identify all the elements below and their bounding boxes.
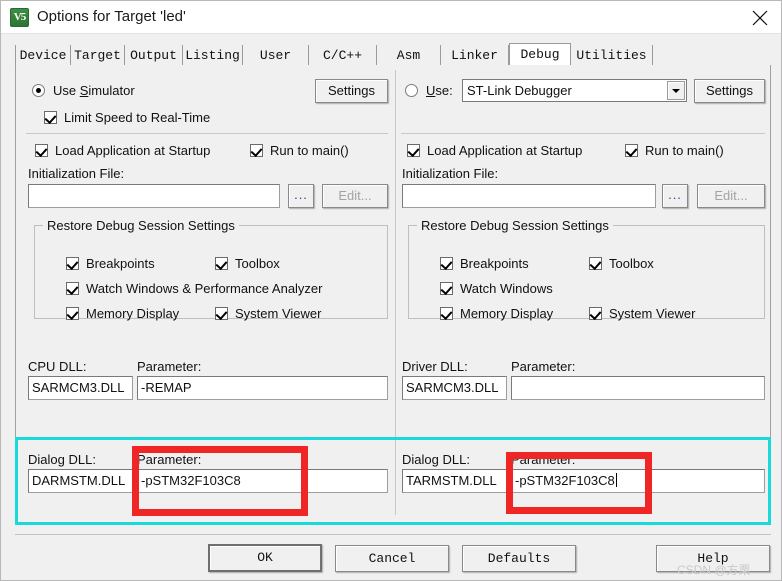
debug-tab-panel: Use Simulator Settings Limit Speed to Re… — [15, 65, 771, 525]
debugger-settings-button[interactable]: Settings — [694, 79, 765, 103]
close-icon[interactable] — [737, 1, 781, 33]
limit-speed-label: Limit Speed to Real-Time — [64, 110, 211, 125]
right-watch-windows-checkbox[interactable] — [440, 282, 453, 295]
right-breakpoints-label: Breakpoints — [460, 256, 529, 271]
tab-linker[interactable]: Linker — [441, 45, 509, 66]
left-breakpoints-checkbox[interactable] — [66, 257, 79, 270]
tab-strip: Device Target Output Listing User C/C++ … — [15, 43, 771, 67]
tab-device[interactable]: Device — [15, 45, 71, 66]
left-run-to-main-label: Run to main() — [270, 143, 349, 158]
tab-debug[interactable]: Debug — [509, 43, 571, 67]
right-edit-button[interactable]: Edit... — [697, 184, 765, 208]
left-toolbox-checkbox[interactable] — [215, 257, 228, 270]
driver-parameter-label: Parameter: — [511, 359, 576, 374]
right-initialization-file-input[interactable] — [402, 184, 656, 208]
right-restore-session-group: Restore Debug Session Settings — [408, 218, 765, 319]
left-section-divider — [26, 133, 388, 134]
right-initialization-file-label: Initialization File: — [402, 166, 499, 181]
keil-uvision-icon: V5 — [10, 8, 29, 27]
footer-separator — [15, 534, 771, 535]
window-title: Options for Target 'led' — [37, 8, 186, 25]
use-simulator-label: Use Simulator — [53, 83, 135, 98]
ok-button[interactable]: OK — [208, 544, 322, 572]
left-memory-display-checkbox[interactable] — [66, 307, 79, 320]
right-dialog-dll-input[interactable]: TARMSTM.DLL — [402, 469, 507, 493]
tab-asm[interactable]: Asm — [377, 45, 441, 66]
right-browse-button-label: ... — [668, 187, 682, 202]
options-for-target-dialog: V5 Options for Target 'led' Device Targe… — [0, 0, 782, 581]
right-toolbox-checkbox[interactable] — [589, 257, 602, 270]
right-browse-button[interactable]: ... — [662, 184, 688, 208]
right-toolbox-label: Toolbox — [609, 256, 654, 271]
left-toolbox-label: Toolbox — [235, 256, 280, 271]
left-memory-display-label: Memory Display — [86, 306, 180, 321]
right-breakpoints-checkbox[interactable] — [440, 257, 453, 270]
right-load-application-checkbox[interactable] — [407, 144, 420, 157]
left-dialog-dll-input[interactable]: DARMSTM.DLL — [28, 469, 133, 493]
left-restore-session-group: Restore Debug Session Settings — [34, 218, 388, 319]
left-system-viewer-label: System Viewer — [235, 306, 322, 321]
tab-c-cpp[interactable]: C/C++ — [309, 45, 377, 66]
left-browse-button-label: ... — [294, 187, 308, 202]
simulator-settings-button[interactable]: Settings — [315, 79, 388, 103]
left-load-application-checkbox[interactable] — [35, 144, 48, 157]
tab-target[interactable]: Target — [71, 45, 125, 66]
right-load-application-label: Load Application at Startup — [427, 143, 583, 158]
left-load-application-label: Load Application at Startup — [55, 143, 211, 158]
right-memory-display-label: Memory Display — [460, 306, 554, 321]
right-run-to-main-checkbox[interactable] — [625, 144, 638, 157]
tab-utilities[interactable]: Utilities — [571, 45, 653, 66]
cpu-parameter-label: Parameter: — [137, 359, 202, 374]
right-memory-display-checkbox[interactable] — [440, 307, 453, 320]
right-system-viewer-checkbox[interactable] — [589, 307, 602, 320]
left-initialization-file-label: Initialization File: — [28, 166, 125, 181]
cancel-button[interactable]: Cancel — [335, 545, 449, 572]
left-watch-windows-checkbox[interactable] — [66, 282, 79, 295]
left-run-to-main-checkbox[interactable] — [250, 144, 263, 157]
left-dialog-dll-label: Dialog DLL: — [28, 452, 96, 467]
left-watch-windows-label: Watch Windows & Performance Analyzer — [86, 281, 323, 296]
right-dialog-parameter-label: Parameter: — [511, 452, 576, 467]
use-debugger-radio[interactable] — [405, 84, 418, 97]
cpu-parameter-input[interactable]: -REMAP — [137, 376, 388, 400]
tab-user[interactable]: User — [243, 45, 309, 66]
chevron-down-icon[interactable] — [667, 81, 685, 100]
cpu-dll-label: CPU DLL: — [28, 359, 87, 374]
right-restore-session-title: Restore Debug Session Settings — [417, 218, 613, 233]
right-system-viewer-label: System Viewer — [609, 306, 696, 321]
help-button[interactable]: Help — [656, 545, 770, 572]
right-run-to-main-label: Run to main() — [645, 143, 724, 158]
keil-uvision-icon-glyph: V5 — [13, 11, 26, 23]
driver-parameter-input[interactable] — [511, 376, 765, 400]
right-dialog-parameter-input[interactable]: -pSTM32F103C8 — [511, 469, 765, 493]
driver-dll-label: Driver DLL: — [402, 359, 468, 374]
tab-output[interactable]: Output — [125, 45, 183, 66]
defaults-button[interactable]: Defaults — [462, 545, 576, 572]
left-initialization-file-input[interactable] — [28, 184, 280, 208]
cpu-dll-input[interactable]: SARMCM3.DLL — [28, 376, 133, 400]
use-simulator-radio[interactable] — [32, 84, 45, 97]
left-system-viewer-checkbox[interactable] — [215, 307, 228, 320]
left-restore-session-title: Restore Debug Session Settings — [43, 218, 239, 233]
limit-speed-checkbox[interactable] — [44, 111, 57, 124]
debugger-select[interactable]: ST-Link Debugger — [462, 79, 687, 102]
left-dialog-parameter-label: Parameter: — [137, 452, 202, 467]
right-dialog-dll-label: Dialog DLL: — [402, 452, 470, 467]
use-debugger-label: Use: — [426, 83, 453, 98]
right-section-divider — [401, 133, 765, 134]
left-edit-button[interactable]: Edit... — [322, 184, 388, 208]
panel-divider — [395, 70, 396, 515]
text-caret — [615, 473, 617, 487]
driver-dll-input[interactable]: SARMCM3.DLL — [402, 376, 507, 400]
tab-listing[interactable]: Listing — [183, 45, 243, 66]
title-bar: V5 Options for Target 'led' — [1, 1, 781, 34]
left-breakpoints-label: Breakpoints — [86, 256, 155, 271]
right-watch-windows-label: Watch Windows — [460, 281, 553, 296]
left-browse-button[interactable]: ... — [288, 184, 314, 208]
right-dialog-parameter-value: -pSTM32F103C8 — [515, 473, 615, 488]
debugger-select-value: ST-Link Debugger — [467, 83, 572, 98]
left-dialog-parameter-input[interactable]: -pSTM32F103C8 — [137, 469, 388, 493]
